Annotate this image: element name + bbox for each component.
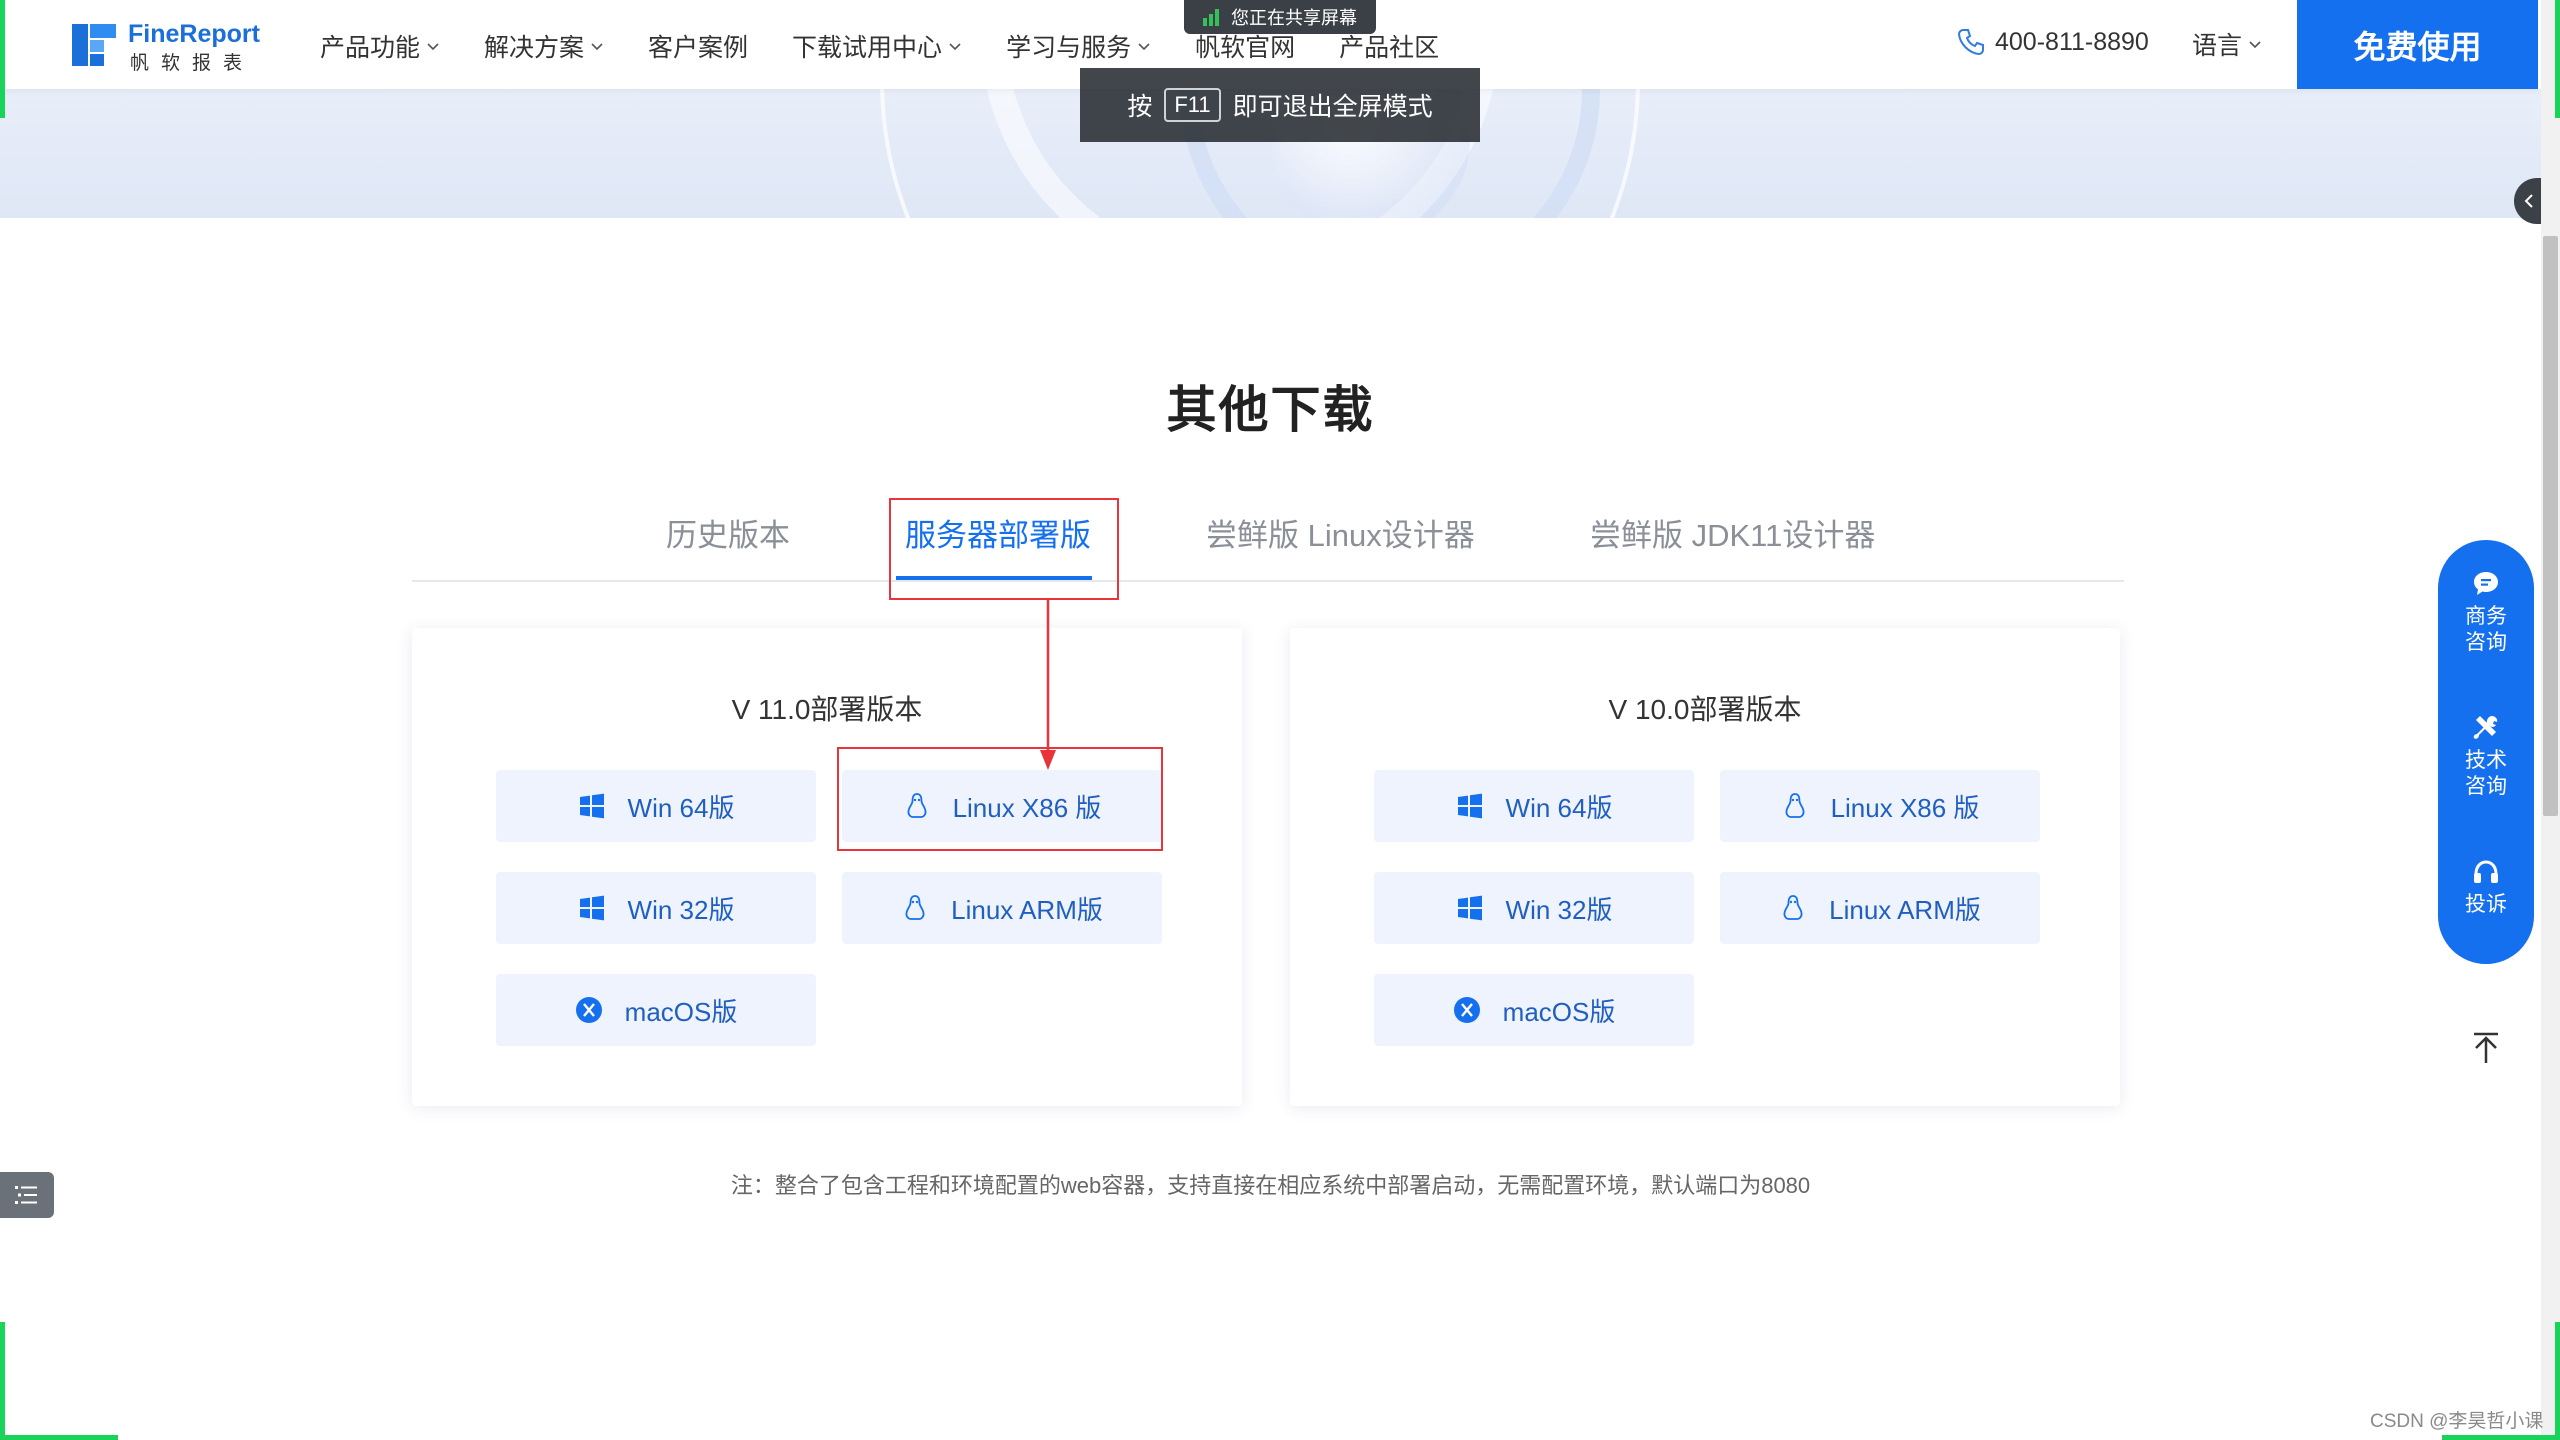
card-title: V 11.0部署版本	[731, 694, 923, 725]
headset-icon	[2474, 860, 2498, 883]
windows-icon	[579, 793, 604, 819]
windows-icon	[1457, 793, 1482, 819]
nav-item-label: 学习与服务	[1006, 33, 1132, 62]
linux-icon	[1785, 793, 1805, 818]
fullscreen-hint: 按 F11 即可退出全屏模式	[1080, 68, 1480, 142]
float-label-line2: 咨询	[2465, 631, 2507, 654]
download-label: Win 32版	[1505, 894, 1613, 925]
chevron-down-icon	[591, 42, 603, 50]
download-label: Win 64版	[627, 792, 735, 823]
free-trial-button[interactable]: 免费使用	[2297, 0, 2538, 89]
float-label-line1: 商务	[2465, 605, 2507, 628]
download-win32-button[interactable]: Win 32版	[496, 872, 816, 944]
download-label: macOS版	[1502, 996, 1616, 1027]
windows-icon	[1457, 895, 1482, 921]
corner-marker	[0, 1322, 5, 1440]
float-label-line2: 咨询	[2465, 775, 2507, 798]
chevron-down-icon	[1138, 42, 1150, 50]
download-label: macOS版	[624, 996, 738, 1027]
floating-contact-bar: 商务 咨询 技术 咨询 投诉	[2438, 540, 2534, 964]
float-label-line1: 投诉	[2465, 893, 2507, 916]
linux-icon	[905, 895, 925, 920]
brand-subtitle: 帆软报表	[130, 53, 255, 74]
share-badge-text: 您正在共享屏幕	[1231, 8, 1357, 28]
list-icon	[15, 1186, 37, 1204]
download-linux-arm-button[interactable]: Linux ARM版	[1720, 872, 2040, 944]
annotation-highlight-linux-x86	[837, 747, 1163, 851]
phone-icon	[1957, 29, 1984, 56]
f11-suffix: 即可退出全屏模式	[1232, 93, 1433, 121]
language-label: 语言	[2192, 32, 2243, 60]
corner-marker	[0, 0, 5, 118]
nav-item-label: 解决方案	[484, 33, 585, 62]
download-linux-x86-button[interactable]: Linux X86 版	[1720, 770, 2040, 842]
nav-item-solutions[interactable]: 解决方案	[484, 0, 604, 89]
v11-download-card: V 11.0部署版本 Win 64版 Linux X86 版 Win 32版 L…	[412, 628, 1242, 1106]
phone-link[interactable]: 400-811-8890	[1955, 26, 2149, 58]
nav-item-cases[interactable]: 客户案例	[648, 0, 748, 89]
nav-item-label: 客户案例	[648, 33, 749, 62]
download-win32-button[interactable]: Win 32版	[1374, 872, 1694, 944]
complaint-button[interactable]: 投诉	[2438, 856, 2534, 918]
float-label-line1: 技术	[2465, 749, 2507, 772]
download-label: Win 64版	[1505, 792, 1613, 823]
signal-bars-icon	[1203, 8, 1221, 26]
finereport-logo-icon	[72, 24, 116, 66]
macos-icon	[575, 997, 602, 1023]
v10-download-card: V 10.0部署版本 Win 64版 Linux X86 版 Win 32版 L…	[1290, 628, 2120, 1106]
card-title: V 10.0部署版本	[1608, 694, 1802, 725]
scrollbar-thumb[interactable]	[2543, 236, 2558, 816]
back-to-top-icon[interactable]	[2468, 1030, 2504, 1066]
chat-icon	[2474, 572, 2498, 595]
linux-icon	[1783, 895, 1803, 920]
tab-preview-jdk11-designer[interactable]: 尝鲜版 JDK11设计器	[1590, 510, 1875, 555]
corner-marker	[0, 1435, 118, 1440]
download-label: Linux X86 版	[1830, 792, 1980, 823]
corner-marker	[2555, 0, 2560, 118]
chevron-down-icon	[427, 42, 439, 50]
section-title: 其他下载	[1166, 382, 1375, 438]
tab-preview-linux-designer[interactable]: 尝鲜版 Linux设计器	[1206, 510, 1475, 555]
phone-number: 400-811-8890	[1995, 27, 2149, 56]
chevron-down-icon	[2249, 41, 2261, 49]
download-tabs: 历史版本 服务器部署版 尝鲜版 Linux设计器 尝鲜版 JDK11设计器	[412, 490, 2124, 582]
f11-key: F11	[1164, 88, 1221, 122]
annotation-highlight-tab	[889, 498, 1119, 600]
tech-consult-button[interactable]: 技术 咨询	[2438, 712, 2534, 800]
tools-icon	[2473, 716, 2498, 739]
screen-share-badge[interactable]: 您正在共享屏幕	[1184, 0, 1376, 34]
nav-item-label: 下载试用中心	[792, 33, 943, 62]
download-label: Linux ARM版	[951, 894, 1103, 925]
f11-prefix: 按	[1127, 93, 1153, 121]
download-macos-button[interactable]: macOS版	[496, 974, 816, 1046]
chevron-down-icon	[949, 42, 961, 50]
corner-marker	[2442, 1435, 2560, 1440]
chevron-left-icon	[2524, 194, 2533, 208]
download-win64-button[interactable]: Win 64版	[496, 770, 816, 842]
nav-item-products[interactable]: 产品功能	[320, 0, 440, 89]
windows-icon	[579, 895, 604, 921]
nav-item-label: 产品功能	[320, 33, 421, 62]
toc-button[interactable]	[0, 1172, 54, 1218]
download-label: Linux ARM版	[1829, 894, 1981, 925]
nav-item-download-center[interactable]: 下载试用中心	[792, 0, 962, 89]
download-win64-button[interactable]: Win 64版	[1374, 770, 1694, 842]
download-label: Win 32版	[627, 894, 735, 925]
download-linux-arm-button[interactable]: Linux ARM版	[842, 872, 1162, 944]
brand-logo[interactable]: FineReport 帆软报表	[70, 20, 260, 74]
business-consult-button[interactable]: 商务 咨询	[2438, 568, 2534, 656]
tab-history-versions[interactable]: 历史版本	[666, 510, 790, 555]
brand-name: FineReport	[128, 20, 260, 48]
corner-marker	[2555, 1322, 2560, 1440]
macos-icon	[1453, 997, 1480, 1023]
deploy-note: 注：整合了包含工程和环境配置的web容器，支持直接在相应系统中部署启动，无需配置…	[730, 1173, 1811, 1198]
watermark: CSDN @李昊哲小课	[2370, 1411, 2544, 1432]
download-macos-button[interactable]: macOS版	[1374, 974, 1694, 1046]
language-selector[interactable]: 语言	[2192, 26, 2262, 62]
